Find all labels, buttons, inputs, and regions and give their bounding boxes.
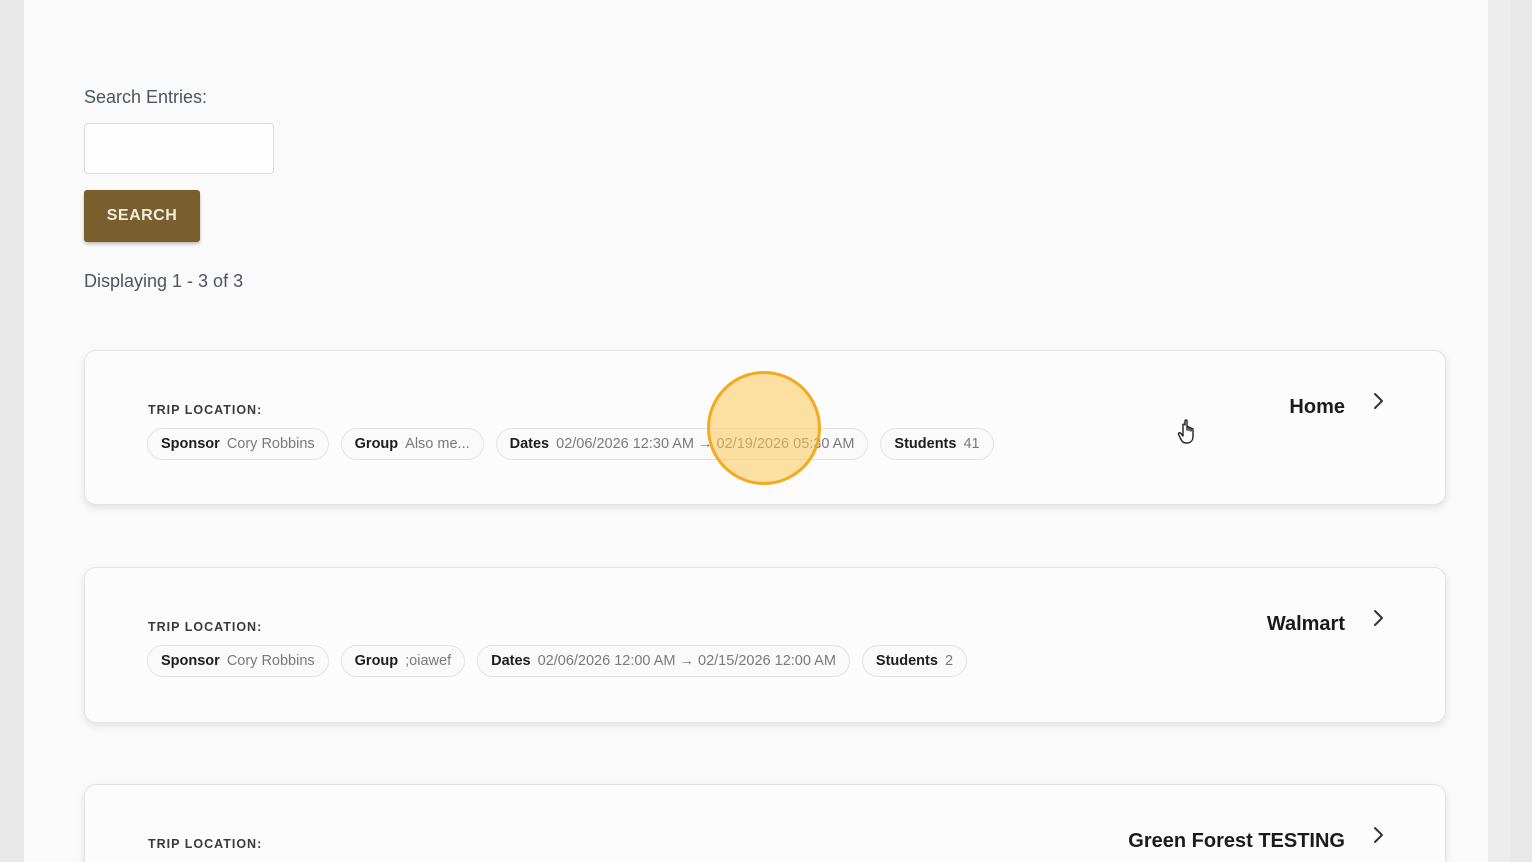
trip-details: Sponsor Cory Robbins Group Also me... Da… [147,428,994,460]
chip-key: Group [354,653,399,669]
chip-key: Students [875,653,938,669]
chip-key: Group [354,436,399,452]
sponsor-value: Cory Robbins [226,653,315,669]
chip-key: Dates [491,653,531,669]
chip-key: Sponsor [161,653,220,669]
chip-key: Students [894,436,957,452]
trip-card[interactable]: TRIP LOCATION: Sponsor Cory Robbins Grou… [84,567,1446,723]
trip-name: Home [1289,396,1345,418]
students-value: 41 [963,436,980,452]
trip-card[interactable]: TRIP LOCATION: Green Forest TESTING [84,784,1446,862]
chip-key: Sponsor [161,436,220,452]
search-input[interactable] [84,123,274,174]
results-summary: Displaying 1 - 3 of 3 [84,271,244,291]
students-chip: Students 41 [880,428,994,460]
dates-value: 02/06/2026 12:00 AM → 02/15/2026 12:00 A… [537,653,836,669]
trip-name: Green Forest TESTING [1128,830,1345,852]
sponsor-value: Cory Robbins [226,436,315,452]
trip-name: Walmart [1266,613,1345,635]
group-chip: Group ;oiawef [340,645,466,677]
chevron-right-icon[interactable] [1369,825,1389,845]
search-label: Search Entries: [84,87,208,107]
dates-value: 02/06/2026 12:30 AM → 02/19/2026 05:30 A… [556,436,855,452]
trip-card[interactable]: TRIP LOCATION: Sponsor Cory Robbins Grou… [84,350,1446,505]
chevron-right-icon[interactable] [1369,608,1389,628]
group-chip: Group Also me... [340,428,484,460]
trip-location-label: TRIP LOCATION: [148,403,263,417]
dates-chip: Dates 02/06/2026 12:30 AM → 02/19/2026 0… [495,428,869,460]
sponsor-chip: Sponsor Cory Robbins [147,428,329,460]
group-value: Also me... [405,436,470,452]
students-value: 2 [944,653,954,669]
chip-key: Dates [509,436,550,452]
dates-chip: Dates 02/06/2026 12:00 AM → 02/15/2026 1… [477,645,850,677]
sponsor-chip: Sponsor Cory Robbins [147,645,329,677]
chevron-right-icon[interactable] [1369,391,1389,411]
group-value: ;oiawef [405,653,452,669]
trip-location-label: TRIP LOCATION: [148,620,263,634]
app-frame: Search Entries: SEARCH Displaying 1 - 3 … [24,0,1510,862]
trip-details: Sponsor Cory Robbins Group ;oiawef Dates… [147,645,968,677]
window-edge [1488,0,1510,862]
search-button[interactable]: SEARCH [84,190,200,242]
trip-location-label: TRIP LOCATION: [148,837,263,851]
students-chip: Students 2 [861,645,968,677]
